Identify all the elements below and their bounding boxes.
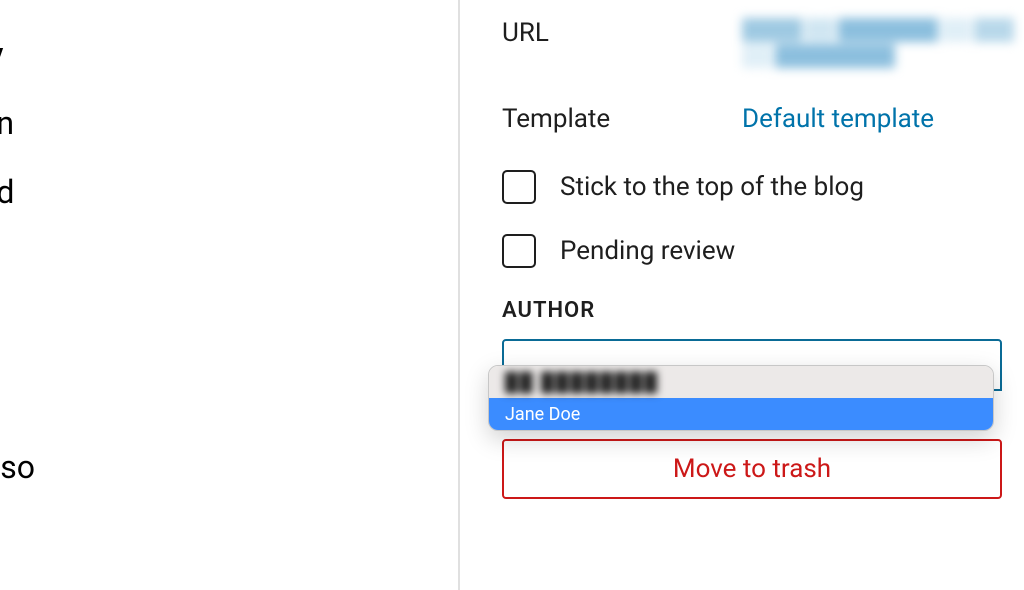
- editor-pane[interactable]: o-week stay nphasized in utting on red c…: [0, 0, 458, 590]
- editor-line[interactable]: cane: [0, 295, 385, 364]
- editor-line[interactable]: nphasized in: [0, 89, 385, 158]
- author-combobox[interactable]: ██ ████████ Jane Doe: [502, 339, 1002, 391]
- editor-content[interactable]: o-week stay nphasized in utting on red c…: [0, 20, 385, 570]
- editor-line[interactable]: utting on red: [0, 158, 385, 227]
- template-row: Template Default template: [502, 104, 1014, 134]
- stick-label: Stick to the top of the blog: [560, 172, 864, 202]
- url-value[interactable]: [742, 18, 1014, 68]
- author-dropdown: ██ ████████ Jane Doe: [488, 365, 994, 431]
- settings-sidebar: URL Template: [460, 0, 1024, 590]
- template-label: Template: [502, 104, 742, 134]
- author-option[interactable]: ██ ████████: [489, 366, 993, 398]
- pending-label: Pending review: [560, 236, 735, 266]
- pending-checkbox[interactable]: [502, 234, 536, 268]
- stick-row: Stick to the top of the blog: [502, 170, 1014, 204]
- editor-line[interactable]: o-week stay: [0, 20, 385, 89]
- template-value[interactable]: Default template: [742, 104, 934, 134]
- editor-line[interactable]: [0, 226, 385, 295]
- trash-label: Move to trash: [673, 454, 831, 484]
- editor-line[interactable]: térique). I also: [0, 433, 385, 502]
- editor-line[interactable]: abroad: [0, 364, 385, 433]
- pending-row: Pending review: [502, 234, 1014, 268]
- author-option-selected[interactable]: Jane Doe: [489, 398, 993, 430]
- move-to-trash-button[interactable]: Move to trash: [502, 439, 1002, 499]
- url-label: URL: [502, 18, 742, 48]
- stick-checkbox[interactable]: [502, 170, 536, 204]
- author-heading: AUTHOR: [502, 298, 1014, 323]
- editor-line[interactable]: current: [0, 502, 385, 571]
- url-row: URL: [502, 18, 1014, 68]
